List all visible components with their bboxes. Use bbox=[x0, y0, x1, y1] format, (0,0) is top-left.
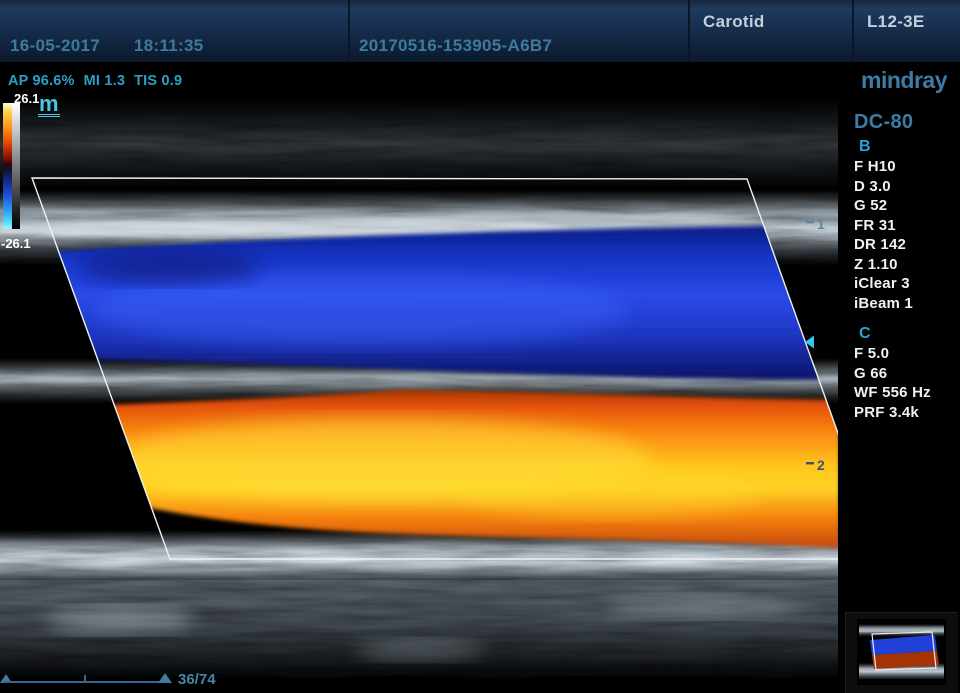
color-scale-bar bbox=[3, 103, 20, 229]
probe-model[interactable]: L12-3E bbox=[867, 12, 925, 32]
depth-label-1: 1 bbox=[817, 216, 825, 232]
parameter-sidebar: mindray DC-80 B F H10D 3.0G 52FR 31DR 14… bbox=[838, 62, 960, 693]
acoustic-output-readout: AP 96.6% MI 1.3 TIS 0.9 bbox=[8, 73, 191, 89]
exam-preset[interactable]: Carotid bbox=[703, 12, 765, 32]
b-mode-param: D 3.0 bbox=[854, 177, 960, 197]
system-model: DC-80 bbox=[854, 111, 960, 134]
depth-label-2: 2 bbox=[817, 457, 825, 473]
c-mode-param: G 66 bbox=[854, 364, 960, 384]
gray-colorbar bbox=[12, 103, 20, 229]
exam-datetime: 16-05-2017 18:11:35 bbox=[10, 36, 203, 56]
doppler-colorbar bbox=[3, 103, 12, 229]
mechanical-index: MI 1.3 bbox=[84, 73, 126, 89]
cine-track[interactable] bbox=[3, 681, 170, 683]
brand-logo: mindray bbox=[838, 67, 947, 94]
b-mode-param: G 52 bbox=[854, 196, 960, 216]
header-section-probe[interactable]: L12-3E bbox=[852, 0, 960, 62]
image-stage: 1 2 AP 96.6%MI 1.3TIS 0.9 26.1 -26.1 m 3… bbox=[0, 62, 838, 693]
exam-id: 20170516-153905-A6B7 bbox=[359, 36, 552, 56]
depth-tick-1 bbox=[806, 221, 814, 223]
cine-mid-tick bbox=[84, 675, 86, 683]
b-mode-params: F H10D 3.0G 52FR 31DR 142Z 1.10iClear 3i… bbox=[854, 157, 960, 313]
c-mode-param: F 5.0 bbox=[854, 344, 960, 364]
b-mode-label: B bbox=[859, 138, 960, 156]
header-section-exam-id: 20170516-153905-A6B7 bbox=[348, 0, 688, 62]
c-mode-params: F 5.0G 66WF 556 HzPRF 3.4k bbox=[854, 344, 960, 422]
cine-scrubber[interactable]: 36/74 bbox=[0, 668, 300, 693]
b-mode-param: F H10 bbox=[854, 157, 960, 177]
header-section-preset[interactable]: Carotid bbox=[688, 0, 852, 62]
ultrasound-screen: 16-05-201718:11:35 20170516-153905-A6B7 … bbox=[0, 0, 960, 693]
acoustic-power: AP 96.6% bbox=[8, 73, 75, 89]
header-bar: 16-05-201718:11:35 20170516-153905-A6B7 … bbox=[0, 0, 960, 62]
c-mode-param: WF 556 Hz bbox=[854, 383, 960, 403]
thumbnail-image[interactable] bbox=[857, 619, 946, 685]
mindray-m-icon: m bbox=[38, 95, 60, 117]
c-mode-label: C bbox=[859, 325, 960, 343]
exam-date: 16-05-2017 bbox=[10, 36, 100, 55]
ultrasound-image: 1 2 bbox=[0, 62, 838, 693]
thermal-index: TIS 0.9 bbox=[134, 73, 182, 89]
b-mode-param: iBeam 1 bbox=[854, 294, 960, 314]
b-mode-param: FR 31 bbox=[854, 216, 960, 236]
header-section-datetime: 16-05-2017 18:11:35 bbox=[0, 0, 348, 62]
b-mode-param: iClear 3 bbox=[854, 274, 960, 294]
thumbnail-panel bbox=[845, 612, 958, 693]
cine-frame-counter: 36/74 bbox=[178, 671, 216, 688]
cine-playhead[interactable] bbox=[158, 673, 172, 683]
depth-tick-2 bbox=[806, 462, 814, 464]
b-mode-param: Z 1.10 bbox=[854, 255, 960, 275]
b-mode-param: DR 142 bbox=[854, 235, 960, 255]
exam-time: 18:11:35 bbox=[134, 36, 204, 55]
velocity-scale-min: -26.1 bbox=[1, 236, 31, 251]
c-mode-param: PRF 3.4k bbox=[854, 403, 960, 423]
